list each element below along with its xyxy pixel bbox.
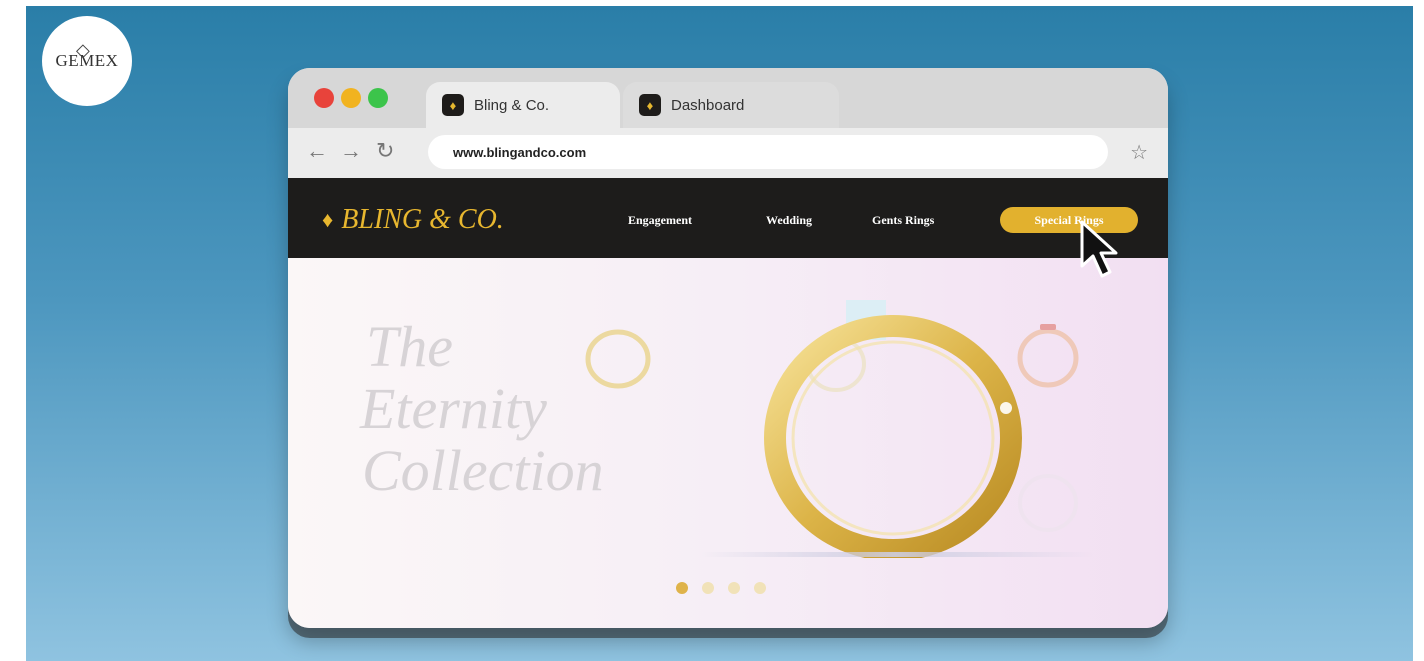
carousel-dot[interactable]	[702, 582, 714, 594]
ring-icon	[585, 329, 651, 389]
nav-gents-rings[interactable]: Gents Rings	[872, 213, 934, 228]
site-navbar: ♦ BLING & CO. Engagement Wedding Gents R…	[288, 178, 1168, 258]
site-brand[interactable]: ♦ BLING & CO.	[322, 204, 504, 236]
star-icon[interactable]: ☆	[1130, 140, 1148, 165]
mouse-pointer-icon	[1080, 220, 1118, 278]
forward-arrow-icon[interactable]: →	[340, 138, 362, 164]
url-input[interactable]: www.blingandco.com	[428, 135, 1108, 169]
reload-icon[interactable]: ↻	[376, 138, 394, 164]
carousel-dot[interactable]	[754, 582, 766, 594]
maximize-window-button[interactable]	[368, 88, 388, 108]
nav-engagement[interactable]: Engagement	[628, 213, 692, 228]
back-arrow-icon[interactable]: ←	[306, 138, 328, 164]
carousel-dot[interactable]	[676, 582, 688, 594]
gold-ring-image	[764, 300, 1022, 558]
minimize-window-button[interactable]	[341, 88, 361, 108]
tab-label: Dashboard	[671, 96, 745, 114]
diamond-favicon-icon: ♦	[442, 94, 464, 116]
diamond-icon: ♦	[322, 207, 334, 232]
tab-label: Bling & Co.	[474, 96, 550, 114]
carousel-indicators	[676, 582, 766, 594]
hero-title-line-3: Collection	[362, 438, 604, 503]
carousel-dot[interactable]	[728, 582, 740, 594]
tab-bling-and-co[interactable]: ♦ Bling & Co.	[426, 82, 620, 128]
tab-dashboard[interactable]: ♦ Dashboard	[623, 82, 839, 128]
ring-shadow	[698, 552, 1093, 557]
nav-wedding[interactable]: Wedding	[766, 213, 812, 228]
hero-title: The Eternity Collection	[360, 314, 604, 502]
url-text: www.blingandco.com	[453, 144, 587, 160]
hero-title-line-1: The	[366, 314, 453, 379]
browser-window: ♦ Bling & Co. ♦ Dashboard ← → ↻ www.blin…	[288, 68, 1168, 628]
background-stage: ◇ GEMEX ♦ Bling & Co. ♦ Dashboard ← → ↻ …	[26, 6, 1413, 661]
address-bar: ← → ↻ www.blingandco.com ☆	[288, 128, 1168, 178]
gemex-logo: ◇ GEMEX	[42, 16, 132, 106]
hero-title-line-2: Eternity	[360, 376, 547, 441]
diamond-favicon-icon: ♦	[639, 94, 661, 116]
browser-titlebar: ♦ Bling & Co. ♦ Dashboard	[288, 68, 1168, 128]
brand-name: BLING & CO.	[341, 204, 504, 235]
hero-banner: The Eternity Collection	[288, 258, 1168, 628]
diamond-mark-icon: ◇	[76, 40, 91, 60]
close-window-button[interactable]	[314, 88, 334, 108]
